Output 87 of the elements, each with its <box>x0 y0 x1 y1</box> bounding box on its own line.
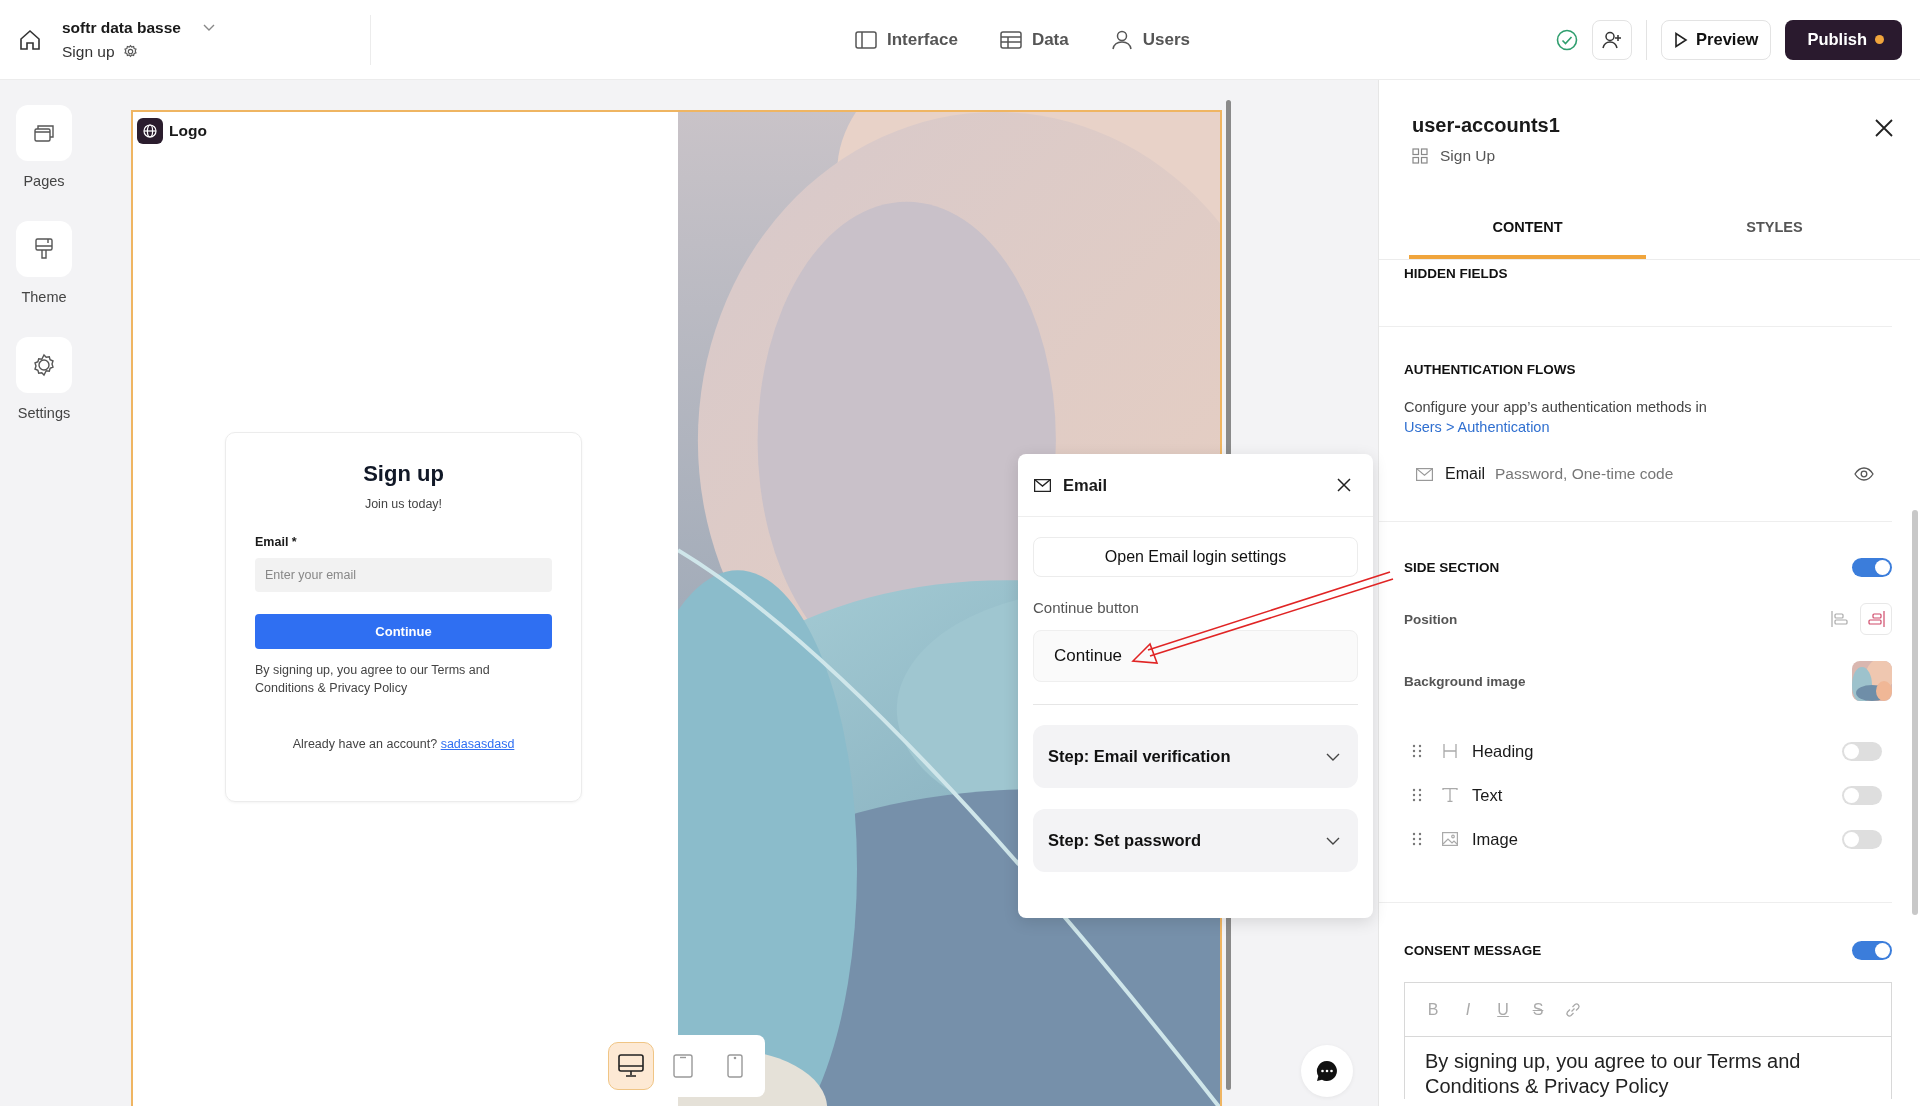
close-icon[interactable] <box>1337 478 1351 492</box>
email-label: Email * <box>255 535 298 549</box>
nav-tab[interactable]: Interface <box>855 29 958 50</box>
panel-tab[interactable]: STYLES <box>1656 195 1893 259</box>
page-name: Sign up <box>62 42 115 61</box>
auth-method: Email <box>1445 465 1485 483</box>
drag-handle-icon[interactable] <box>1412 832 1422 846</box>
step-accordion[interactable]: Step: Email verification <box>1033 725 1358 788</box>
panel-tab[interactable]: CONTENT <box>1409 195 1646 259</box>
property-label: Background image <box>1404 673 1526 689</box>
authentication-link[interactable]: Users > Authentication <box>1404 419 1550 435</box>
sidebar-button[interactable] <box>16 337 72 393</box>
add-user-button[interactable] <box>1592 19 1633 60</box>
continue-button[interactable]: Continue <box>255 614 552 649</box>
close-icon[interactable] <box>1874 118 1894 138</box>
desktop-view-button[interactable] <box>608 1042 654 1090</box>
link-icon <box>1564 1000 1582 1019</box>
home-icon[interactable] <box>18 27 42 52</box>
text-icon <box>1442 788 1458 802</box>
block-type: Sign Up <box>1440 147 1496 165</box>
mail-icon <box>1416 467 1433 481</box>
windows-icon <box>33 123 55 143</box>
user-icon <box>1110 29 1133 50</box>
align-left-icon <box>1831 611 1849 627</box>
sidebar-button[interactable] <box>16 105 72 161</box>
settings-icon <box>32 353 56 377</box>
app-name: softr data basse <box>62 18 181 37</box>
sidebar-button[interactable] <box>16 221 72 277</box>
tablet-icon <box>673 1054 693 1078</box>
terms-text: By signing up, you agree to our Terms and Conditions & Privacy Policy <box>255 662 491 697</box>
signin-link[interactable]: sadasasdasd <box>440 737 515 751</box>
toggle-switch[interactable] <box>1852 558 1892 577</box>
section-heading: CONSENT MESSAGE <box>1404 943 1542 958</box>
sidebar-label: Theme <box>21 289 67 305</box>
check-circle-icon <box>1556 28 1579 51</box>
email-field[interactable]: Enter your email <box>255 558 552 592</box>
button-text-field[interactable]: Continue <box>1033 630 1358 682</box>
table-icon <box>999 30 1022 49</box>
paint-roller-icon <box>34 237 54 261</box>
publish-button[interactable]: Publish <box>1785 19 1902 60</box>
eye-icon[interactable] <box>1854 467 1874 481</box>
form-subtitle: Join us today! <box>363 497 444 511</box>
element-label: Image <box>1472 829 1518 849</box>
add-user-icon <box>1602 30 1623 49</box>
property-label: Position <box>1404 611 1458 627</box>
field-label: Continue button <box>1033 599 1140 616</box>
section-heading: HIDDEN FIELDS <box>1404 266 1509 281</box>
desktop-icon <box>618 1054 644 1078</box>
toggle-switch[interactable] <box>1842 741 1882 761</box>
toggle-switch[interactable] <box>1842 829 1882 849</box>
grid-icon <box>1412 148 1428 164</box>
logo-text: Logo <box>169 122 207 140</box>
auth-description: Configure your app’s authentication methods in Users > Authentication <box>1404 398 1708 437</box>
play-icon <box>1674 31 1689 48</box>
section-heading: SIDE SECTION <box>1404 560 1500 575</box>
mobile-icon <box>727 1054 743 1078</box>
image-icon <box>1442 832 1458 846</box>
drag-handle-icon[interactable] <box>1412 744 1422 758</box>
toggle-switch[interactable] <box>1842 785 1882 805</box>
sidebar-label: Settings <box>17 405 71 421</box>
sidebar-label: Pages <box>23 173 65 189</box>
globe-icon <box>137 118 163 144</box>
align-right-button[interactable] <box>1860 603 1892 635</box>
align-right-icon <box>1867 611 1885 627</box>
scrollbar[interactable] <box>1912 510 1918 915</box>
auth-method-detail: Password, One-time code <box>1495 465 1674 483</box>
open-settings-button[interactable]: Open Email login settings <box>1033 537 1358 577</box>
preview-button[interactable]: Preview <box>1661 19 1772 60</box>
drag-handle-icon[interactable] <box>1412 788 1422 802</box>
section-heading: AUTHENTICATION FLOWS <box>1404 362 1577 377</box>
element-label: Heading <box>1472 741 1534 761</box>
chevron-down-icon[interactable] <box>202 23 215 32</box>
mail-icon <box>1034 478 1051 492</box>
heading-icon <box>1442 744 1458 758</box>
consent-text: By signing up, you agree to our Terms and Conditions & Privacy Policy <box>1424 1049 1802 1099</box>
layout-icon <box>855 30 877 49</box>
account-prompt: Already have an account? sadasasdasd <box>291 737 516 751</box>
gear-icon[interactable] <box>122 44 138 59</box>
nav-tab[interactable]: Users <box>1110 29 1190 50</box>
block-title: user-accounts1 <box>1412 114 1560 137</box>
element-label: Text <box>1472 785 1503 805</box>
toggle-switch[interactable] <box>1852 941 1892 960</box>
nav-tab[interactable]: Data <box>999 29 1069 50</box>
step-accordion[interactable]: Step: Set password <box>1033 809 1358 872</box>
chat-bubble-icon <box>1315 1059 1339 1083</box>
popup-title: Email <box>1063 475 1108 495</box>
form-title: Sign up <box>362 461 445 487</box>
